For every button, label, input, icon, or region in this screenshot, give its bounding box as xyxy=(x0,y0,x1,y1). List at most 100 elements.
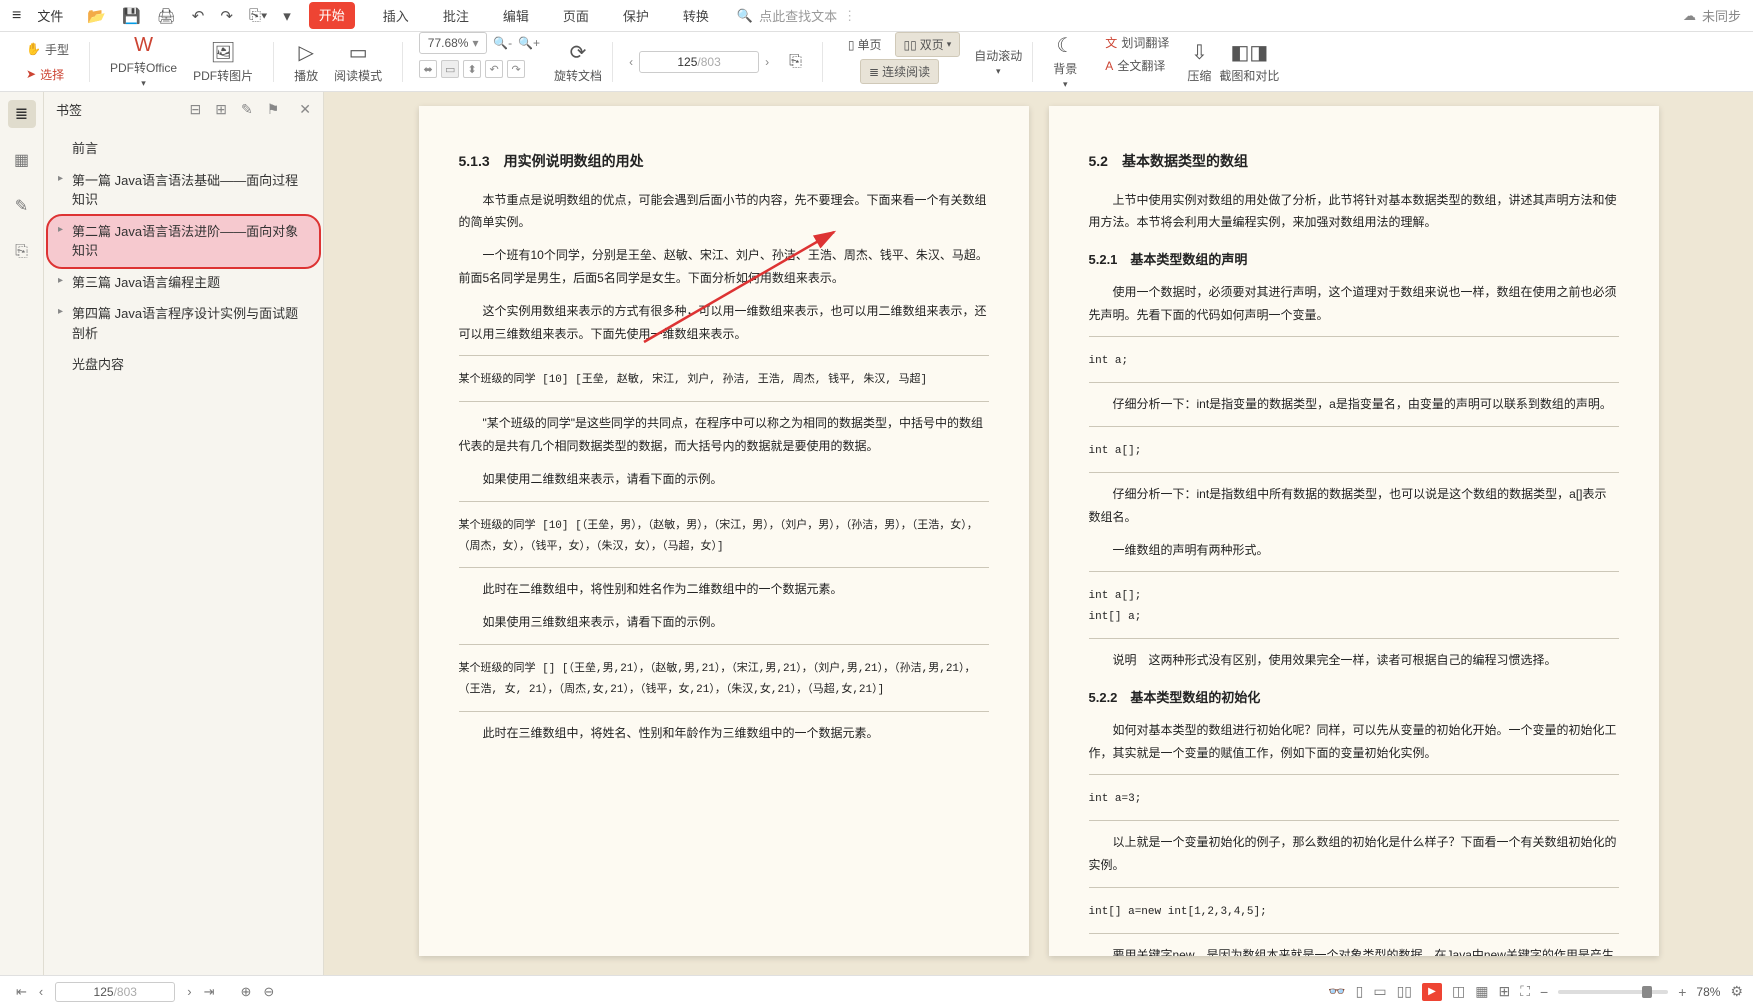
pdf-to-image-button[interactable]: 🖼PDF转图片 xyxy=(189,38,257,86)
page-next-icon[interactable]: › xyxy=(765,55,769,69)
paragraph: 一个班有10个同学，分别是王垒、赵敏、宋江、刘户、孙洁、王浩、周杰、钱平、朱汉、… xyxy=(459,244,989,290)
file-menu[interactable]: 文件 xyxy=(37,6,63,25)
paragraph: 说明 这两种形式没有区别，使用效果完全一样，读者可根据自己的编程习惯选择。 xyxy=(1089,649,1619,672)
menu-icon[interactable]: ≡ xyxy=(12,7,21,25)
view-mode2-icon[interactable]: ▦ xyxy=(1475,983,1488,1000)
export-icon[interactable]: ⎘▾ xyxy=(249,7,267,24)
word-icon: W xyxy=(134,34,153,57)
auto-scroll-button[interactable]: 自动滚动▾ xyxy=(970,45,1026,79)
paragraph: 仔细分析一下：int是指变量的数据类型，a是指变量名，由变量的声明可以联系到数组… xyxy=(1089,393,1619,416)
document-viewer[interactable]: 5.1.3 用实例说明数组的用处 本节重点是说明数组的优点，可能会遇到后面小节的… xyxy=(324,92,1753,975)
tab-insert[interactable]: 插入 xyxy=(377,2,415,29)
bookmark-expand-icon[interactable]: ⊟ xyxy=(190,101,202,118)
tab-edit[interactable]: 编辑 xyxy=(497,2,535,29)
status-page-input[interactable]: 125 /803 xyxy=(55,982,175,1002)
bookmark-item[interactable]: 第二篇 Java语言语法进阶——面向对象知识 xyxy=(48,216,319,267)
double-page-button[interactable]: ▯▯双页▾ xyxy=(895,32,961,57)
paragraph: 本节重点是说明数组的优点，可能会遇到后面小节的内容，先不要理会。下面来看一个有关… xyxy=(459,189,989,235)
rail-annotation-icon[interactable]: ✎ xyxy=(8,192,36,220)
tab-comment[interactable]: 批注 xyxy=(437,2,475,29)
view-double-icon[interactable]: ▯▯ xyxy=(1397,983,1412,1000)
tab-protect[interactable]: 保护 xyxy=(617,2,655,29)
zoom-in-status-icon[interactable]: + xyxy=(1678,984,1686,1000)
code-block: int a=3; xyxy=(1089,785,1619,814)
tab-page[interactable]: 页面 xyxy=(557,2,595,29)
paragraph: 使用一个数据时，必须要对其进行声明，这个道理对于数组来说也一样，数组在使用之前也… xyxy=(1089,281,1619,327)
paragraph: 仔细分析一下：int是指数组中所有数据的数据类型，也可以说是这个数组的数据类型，… xyxy=(1089,483,1619,529)
remove-page-icon[interactable]: ⊖ xyxy=(257,984,280,1000)
bookmark-item[interactable]: 第四篇 Java语言程序设计实例与面试题剖析 xyxy=(48,298,319,349)
word-translate-button[interactable]: 文划词翻译 xyxy=(1101,32,1173,53)
print-icon[interactable]: 🖨 xyxy=(157,7,176,25)
tab-convert[interactable]: 转换 xyxy=(677,2,715,29)
eye-care-icon[interactable]: 👓 xyxy=(1328,983,1345,1000)
bookmark-add-icon[interactable]: ✎ xyxy=(241,101,253,118)
page-prev-icon[interactable]: ‹ xyxy=(629,55,633,69)
zoom-in-icon[interactable]: 🔍+ xyxy=(518,36,540,50)
select-tool[interactable]: ➤选择 xyxy=(22,64,73,85)
single-page-icon: ▯ xyxy=(848,38,855,52)
play-slideshow-icon[interactable]: ▶ xyxy=(1422,983,1442,1001)
first-page-icon[interactable]: ⇤ xyxy=(10,984,33,1000)
zoom-input[interactable]: 77.68%▾ xyxy=(419,32,487,54)
rotate-doc-button[interactable]: ⟳旋转文档 xyxy=(550,38,606,86)
redo-icon[interactable]: ↷ xyxy=(220,7,233,25)
fit-width-icon[interactable]: ⬌ xyxy=(419,60,437,78)
paragraph: 如何对基本类型的数组进行初始化呢？同样，可以先从变量的初始化开始。一个变量的初始… xyxy=(1089,719,1619,765)
fit-page-icon[interactable]: ▭ xyxy=(441,60,459,78)
rotate-right-icon[interactable]: ↷ xyxy=(507,60,525,78)
rail-outline-icon[interactable]: ≣ xyxy=(8,100,36,128)
settings-icon[interactable]: ⚙ xyxy=(1730,983,1743,1000)
sync-status[interactable]: ☁ 未同步 xyxy=(1683,6,1741,25)
tab-start[interactable]: 开始 xyxy=(309,2,355,29)
undo-icon[interactable]: ↶ xyxy=(192,7,205,25)
bookmark-flag-icon[interactable]: ⚑ xyxy=(267,101,280,118)
compare-button[interactable]: ◧◨截图和对比 xyxy=(1215,38,1283,86)
next-page-icon[interactable]: › xyxy=(181,984,197,999)
search-icon: 🔍 xyxy=(737,8,753,24)
page-left: 5.1.3 用实例说明数组的用处 本节重点是说明数组的优点，可能会遇到后面小节的… xyxy=(419,106,1029,956)
view-mode1-icon[interactable]: ◫ xyxy=(1452,983,1465,1000)
prev-page-icon[interactable]: ‹ xyxy=(33,984,49,999)
zoom-slider[interactable] xyxy=(1558,990,1668,994)
rotate-left-icon[interactable]: ↶ xyxy=(485,60,503,78)
pdf-to-office-button[interactable]: WPDF转Office▾ xyxy=(106,32,181,91)
zoom-out-icon[interactable]: 🔍- xyxy=(493,36,512,50)
hand-tool[interactable]: ✋手型 xyxy=(22,39,73,60)
zoom-out-status-icon[interactable]: − xyxy=(1540,984,1548,1000)
bookmark-item[interactable]: 前言 xyxy=(48,133,319,165)
bookmark-collapse-icon[interactable]: ⊞ xyxy=(215,101,227,118)
paragraph: 一维数组的声明有两种形式。 xyxy=(1089,539,1619,562)
bookmark-close-icon[interactable]: ✕ xyxy=(299,101,311,118)
view-fit-icon[interactable]: ▭ xyxy=(1373,983,1386,1000)
more-icon[interactable]: ▾ xyxy=(283,7,291,25)
page-input[interactable]: 125 /803 xyxy=(639,51,759,73)
last-page-icon[interactable]: ⇥ xyxy=(198,984,221,1000)
add-page-icon[interactable]: ⊕ xyxy=(235,984,258,1000)
jump-page-button[interactable]: ⎘ xyxy=(785,51,806,73)
bookmark-item[interactable]: 第一篇 Java语言语法基础——面向过程知识 xyxy=(48,165,319,216)
view-mode3-icon[interactable]: ⊞ xyxy=(1498,983,1510,1000)
fullscreen-icon[interactable]: ⛶ xyxy=(1520,983,1530,1000)
save-icon[interactable]: 💾 xyxy=(122,7,141,25)
bookmark-item[interactable]: 光盘内容 xyxy=(48,349,319,381)
play-button[interactable]: ▷播放 xyxy=(290,38,322,86)
zoom-percent[interactable]: 78% xyxy=(1696,985,1720,999)
fit-height-icon[interactable]: ⬍ xyxy=(463,60,481,78)
view-single-icon[interactable]: ▯ xyxy=(1356,983,1364,1000)
rail-thumbnail-icon[interactable]: ▦ xyxy=(8,146,36,174)
compress-button[interactable]: ⇩压缩 xyxy=(1183,38,1215,86)
search-box[interactable]: 🔍 点此查找文本 ⋮ xyxy=(737,6,856,25)
page-total: /803 xyxy=(697,55,720,69)
background-button[interactable]: ☾背景▾ xyxy=(1049,31,1081,92)
continuous-read-button[interactable]: ≣连续阅读 xyxy=(860,59,939,84)
single-page-button[interactable]: ▯单页 xyxy=(839,32,891,57)
full-translate-button[interactable]: A全文翻译 xyxy=(1101,55,1169,76)
rail-attachment-icon[interactable]: ⎘ xyxy=(8,238,36,266)
continuous-icon: ≣ xyxy=(869,65,879,79)
code-block: int a[]; int[] a; xyxy=(1089,582,1619,632)
open-icon[interactable]: 📂 xyxy=(87,7,106,25)
read-mode-button[interactable]: ▭阅读模式 xyxy=(330,38,386,86)
bookmark-item[interactable]: 第三篇 Java语言编程主题 xyxy=(48,267,319,299)
hand-icon: ✋ xyxy=(26,42,41,56)
